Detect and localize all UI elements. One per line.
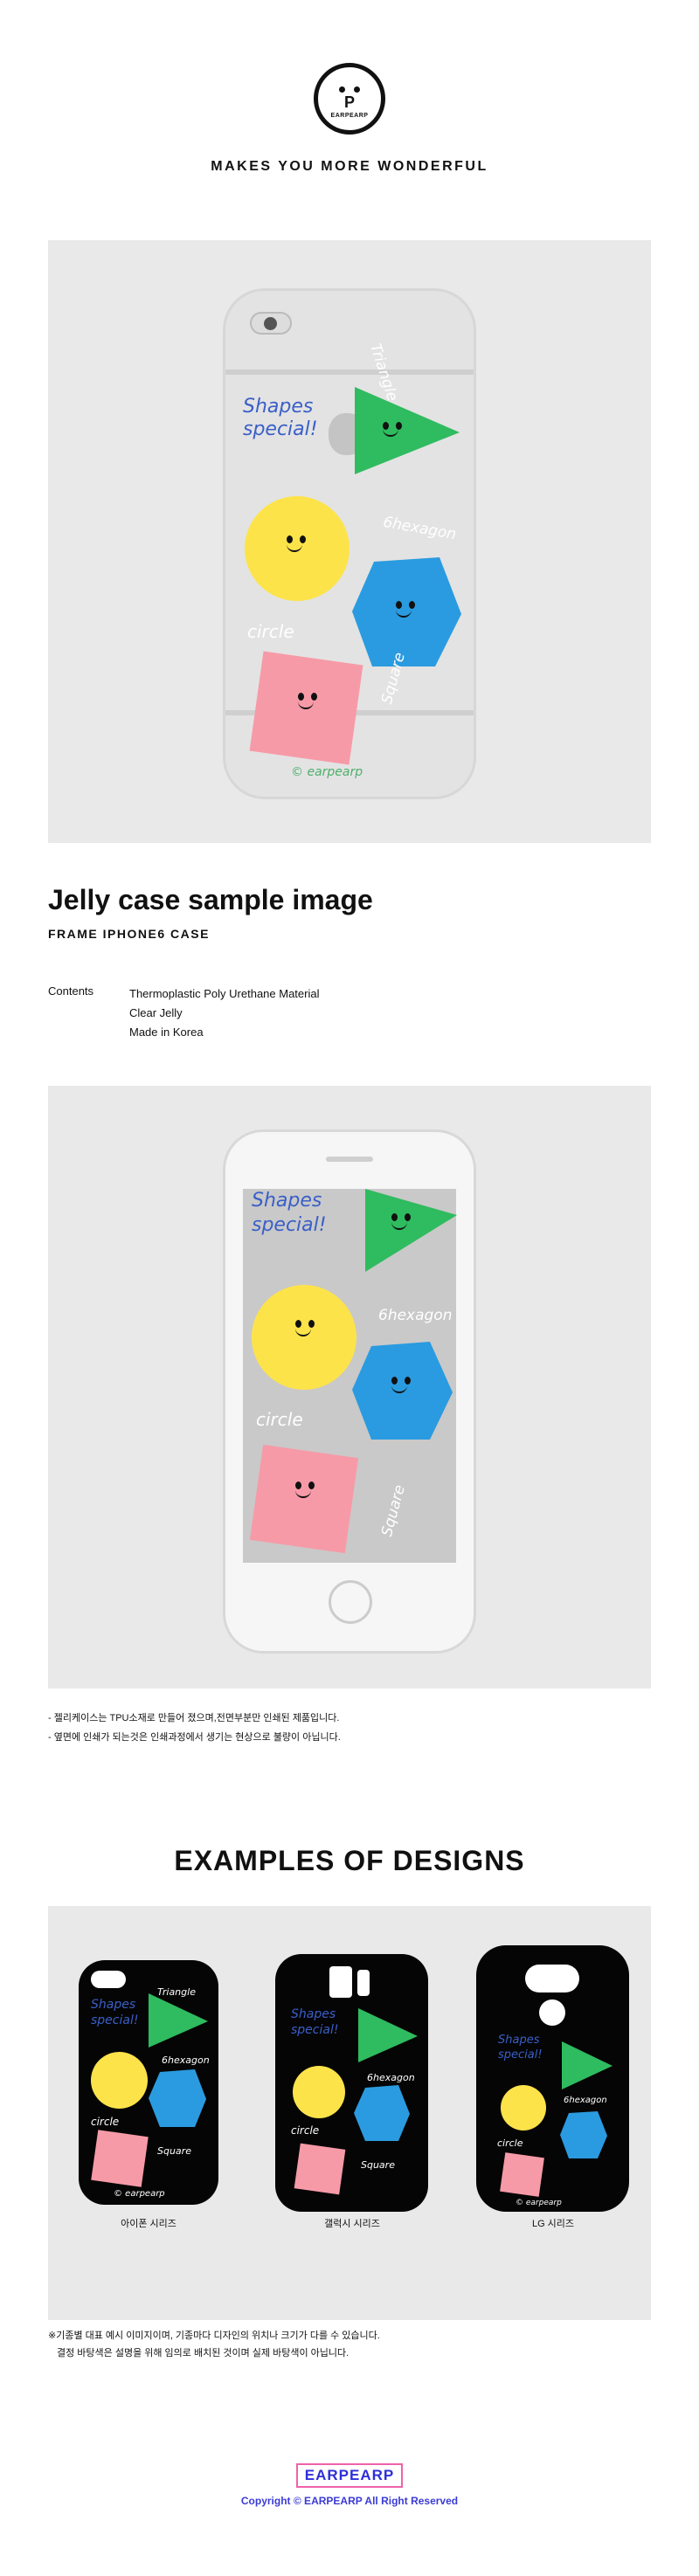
- shapes-special-text: Shapes special!: [243, 396, 318, 440]
- square-shape: [91, 2130, 149, 2187]
- hexagon-label: 6hexagon: [564, 2096, 607, 2105]
- note-line: - 옆면에 인쇄가 되는것은 인쇄과정에서 생기는 현상으로 불량이 아닙니다.: [48, 1732, 341, 1743]
- footnote-line: ※기종별 대표 예시 이미지이며, 기종마다 디자인의 위치나 크기가 다를 수…: [48, 2331, 380, 2341]
- hexagon-face-icon: [391, 601, 426, 627]
- square-label: Square: [361, 2159, 395, 2171]
- example-label-lg: LG 시리즈: [531, 2219, 575, 2229]
- hexagon-label: 6hexagon: [378, 1307, 453, 1324]
- footer-logo[interactable]: EARPEARP: [295, 2463, 404, 2488]
- circle-label: circle: [247, 621, 294, 642]
- phone-screen: Shapes special! 6hexagon circle Square: [243, 1189, 457, 1563]
- example-label-galaxy: 갤럭시 시리즈: [324, 2219, 380, 2229]
- fingerprint-cutout: [539, 1999, 565, 2026]
- triangle-shape: [149, 1993, 208, 2048]
- square-label: Square: [157, 2145, 191, 2157]
- brand-mark: © earpearp: [516, 2199, 562, 2207]
- hexagon-label: 6hexagon: [367, 2072, 415, 2083]
- shapes-special-text: Shapes special!: [252, 1190, 327, 1236]
- example-label-iphone: 아이폰 시리즈: [121, 2219, 176, 2229]
- square-face-icon: [294, 693, 329, 719]
- copyright-text: Copyright © EARPEARP All Right Reserved: [240, 2495, 459, 2507]
- logo-brand-text: EARPEARP: [330, 113, 369, 119]
- hexagon-face-icon: [387, 1377, 422, 1403]
- footnote-line: 결정 바탕색은 설명을 위해 임의로 배치된 것이며 실제 바탕색이 아닙니다.: [57, 2348, 350, 2358]
- section-title: Jelly case sample image: [48, 884, 373, 915]
- contents-list: Thermoplastic Poly Urethane Material Cle…: [129, 984, 319, 1042]
- shapes-special-text: Shapes special!: [291, 2007, 339, 2037]
- triangle-face-icon: [387, 1213, 422, 1240]
- logo-eye: [339, 86, 345, 93]
- hexagon-shape: [560, 2111, 607, 2158]
- tagline: MAKES YOU MORE WONDERFUL: [211, 159, 488, 174]
- triangle-face-icon: [378, 422, 413, 448]
- circle-label: circle: [256, 1409, 303, 1430]
- galaxy-case-example: Shapes special! 6hexagon circle Square: [275, 1954, 428, 2212]
- circle-label: circle: [291, 2124, 320, 2137]
- logo-letter: P: [343, 93, 355, 111]
- hexagon-label: 6hexagon: [381, 513, 458, 544]
- square-label: Square: [378, 1482, 409, 1539]
- antenna-band: [225, 369, 474, 375]
- examples-panel: Shapes special! Triangle circle 6hexagon …: [48, 1906, 651, 2320]
- contents-label: Contents: [48, 984, 94, 998]
- brand-logo[interactable]: P EARPEARP: [314, 63, 385, 135]
- triangle-shape: [562, 2041, 612, 2089]
- footer: EARPEARP Copyright © EARPEARP All Right …: [0, 2463, 699, 2507]
- circle-shape: [293, 2066, 345, 2118]
- case-photo-front: Shapes special! 6hexagon circle Square: [48, 1086, 651, 1689]
- shapes-special-text: Shapes special!: [498, 2034, 543, 2061]
- jelly-case-back: Shapesspecial! Triangle circle 6hexagon: [223, 288, 476, 799]
- jelly-case-front: Shapes special! 6hexagon circle Square: [223, 1129, 476, 1654]
- circle-face-icon: [291, 1320, 326, 1346]
- hexagon-shape: [149, 2069, 206, 2127]
- circle-label: circle: [497, 2137, 523, 2149]
- circle-label: circle: [91, 2116, 120, 2128]
- logo-eye: [354, 86, 360, 93]
- hexagon-label: 6hexagon: [162, 2055, 210, 2066]
- examples-title: EXAMPLES OF DESIGNS: [174, 1845, 525, 1876]
- shapes-special-text: Shapes special!: [91, 1998, 139, 2027]
- contents-item: Clear Jelly: [129, 1006, 183, 1019]
- note-line: - 젤리케이스는 TPU소재로 만들어 졌으며,전면부분만 인쇄된 제품입니다.: [48, 1713, 340, 1723]
- circle-shape: [501, 2085, 546, 2131]
- circle-shape: [91, 2052, 148, 2109]
- speaker-slot: [326, 1157, 373, 1162]
- camera-cutout: [525, 1965, 579, 1992]
- brand-mark: © earpearp: [291, 765, 363, 779]
- header: P EARPEARP MAKES YOU MORE WONDERFUL: [0, 63, 699, 175]
- contents-item: Made in Korea: [129, 1026, 204, 1039]
- brand-mark: © earpearp: [114, 2189, 165, 2199]
- notes: - 젤리케이스는 TPU소재로 만들어 졌으며,전면부분만 인쇄된 제품입니다.…: [48, 1709, 341, 1747]
- camera-cutout: [250, 312, 292, 335]
- hexagon-shape: [354, 2085, 410, 2141]
- iphone-case-example: Shapes special! Triangle circle 6hexagon …: [79, 1960, 218, 2205]
- camera-cutout: [329, 1966, 352, 1998]
- flash-cutout: [357, 1970, 370, 1996]
- triangle-label: Triangle: [157, 1986, 196, 1998]
- square-shape: [294, 2143, 346, 2195]
- triangle-shape: [358, 2008, 418, 2062]
- square-shape: [500, 2152, 544, 2197]
- case-photo-back: Shapesspecial! Triangle circle 6hexagon: [48, 240, 651, 843]
- contents-item: Thermoplastic Poly Urethane Material: [129, 987, 320, 1000]
- lg-case-example: Shapes special! 6hexagon circle © earpear…: [476, 1945, 629, 2212]
- camera-cutout: [91, 1971, 126, 1988]
- home-button-icon: [329, 1580, 372, 1624]
- square-face-icon: [291, 1481, 326, 1508]
- section-subtitle: FRAME IPHONE6 CASE: [48, 927, 210, 941]
- circle-face-icon: [282, 535, 317, 562]
- footnote: ※기종별 대표 예시 이미지이며, 기종마다 디자인의 위치나 크기가 다를 수…: [48, 2327, 380, 2362]
